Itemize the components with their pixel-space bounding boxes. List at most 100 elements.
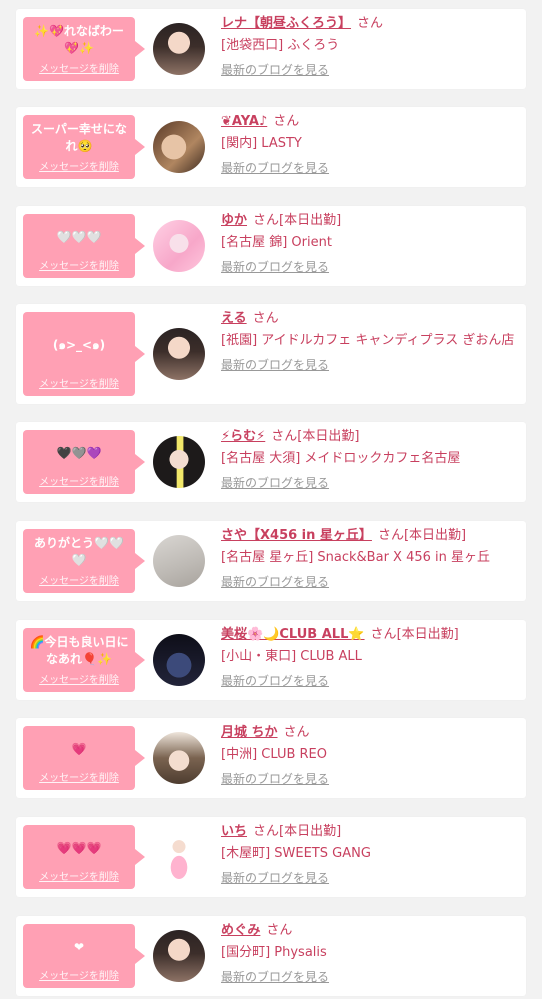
cast-info: ❦AYA♪ さん [関内] LASTY 最新のブログを見る: [221, 113, 518, 176]
delete-message-link[interactable]: メッセージを削除: [23, 375, 135, 390]
shop-name: [中洲] CLUB REO: [221, 747, 327, 762]
honorific-label: さん: [283, 725, 310, 740]
shop-name: [木屋町] SWEETS GANG: [221, 846, 371, 861]
name-line: さや【X456 in 星ヶ丘】 さん[本日出勤]: [221, 527, 518, 545]
attendance-status: [本日出勤]: [403, 528, 467, 543]
honorific-label: さん: [271, 429, 298, 444]
message-text: 💗💗💗: [56, 840, 102, 855]
message-text: ✨💖れなばわー💖✨: [34, 24, 124, 55]
latest-blog-link[interactable]: 最新のブログを見る: [221, 869, 329, 886]
latest-blog-link[interactable]: 最新のブログを見る: [221, 573, 329, 590]
latest-blog-link[interactable]: 最新のブログを見る: [221, 356, 329, 373]
name-line: めぐみ さん: [221, 922, 518, 940]
message-card: ❤ メッセージを削除 めぐみ さん [国分町] Physalis 最新のブログを見る: [16, 916, 526, 996]
message-bubble: 💗💗💗 メッセージを削除: [23, 825, 145, 889]
cast-name-link[interactable]: える: [221, 311, 247, 326]
latest-blog-link[interactable]: 最新のブログを見る: [221, 159, 329, 176]
name-line: ゆか さん[本日出勤]: [221, 212, 518, 230]
message-text: 🌈今日も良い日になあれ🎈✨: [29, 635, 129, 666]
message-bubble: ありがとう🤍🤍🤍 メッセージを削除: [23, 529, 145, 593]
shop-name: [国分町] Physalis: [221, 945, 327, 960]
avatar[interactable]: [153, 220, 205, 272]
cast-name-link[interactable]: めぐみ: [221, 923, 260, 938]
avatar[interactable]: [153, 23, 205, 75]
name-line: える さん: [221, 310, 518, 328]
latest-blog-link[interactable]: 最新のブログを見る: [221, 672, 329, 689]
cast-name-link[interactable]: ⚡らむ⚡: [221, 429, 265, 444]
cast-info: さや【X456 in 星ヶ丘】 さん[本日出勤] [名古屋 星ヶ丘] Snack&B…: [221, 527, 518, 590]
latest-blog-link[interactable]: 最新のブログを見る: [221, 474, 329, 491]
cast-info: 美桜🌸🌙CLUB ALL⭐ さん[本日出勤] [小山・東口] CLUB ALL 最新の…: [221, 626, 518, 689]
message-card: 💗💗💗 メッセージを削除 いち さん[本日出勤] [木屋町] SWEETS GANG 最新…: [16, 817, 526, 897]
attendance-status: [本日出勤]: [279, 824, 342, 839]
cast-info: いち さん[本日出勤] [木屋町] SWEETS GANG 最新のブログを見る: [221, 823, 518, 886]
cast-info: めぐみ さん [国分町] Physalis 最新のブログを見る: [221, 922, 518, 985]
honorific-label: さん: [273, 114, 300, 129]
avatar[interactable]: [153, 328, 205, 380]
delete-message-link[interactable]: メッセージを削除: [23, 671, 135, 686]
avatar[interactable]: [153, 121, 205, 173]
cast-name-link[interactable]: ゆか: [221, 213, 247, 228]
message-text: 🤍🤍🤍: [56, 229, 102, 244]
honorific-label: さん: [266, 923, 293, 938]
message-bubble: 🤍🤍🤍 メッセージを削除: [23, 214, 145, 278]
shop-name: [関内] LASTY: [221, 136, 302, 151]
honorific-label: さん: [252, 311, 279, 326]
message-card: 🖤🩶💜 メッセージを削除 ⚡らむ⚡ さん[本日出勤] [名古屋 大須] メイドロックカフ…: [16, 422, 526, 502]
shop-name: [名古屋 星ヶ丘] Snack&Bar X 456 in 星ヶ丘: [221, 550, 491, 565]
cast-info: ⚡らむ⚡ さん[本日出勤] [名古屋 大須] メイドロックカフェ名古屋 最新のブログを…: [221, 428, 518, 491]
cast-name-link[interactable]: レナ【朝昼ふくろう】: [221, 16, 351, 31]
avatar[interactable]: [153, 436, 205, 488]
cast-info: える さん [祇園] アイドルカフェ キャンディプラス ぎおん店 最新のブログを見る: [221, 310, 518, 373]
message-bubble: ❤ メッセージを削除: [23, 924, 145, 988]
message-card: 🌈今日も良い日になあれ🎈✨ メッセージを削除 美桜🌸🌙CLUB ALL⭐ さん[本日出…: [16, 620, 526, 700]
message-card: 💗 メッセージを削除 月城 ちか さん [中洲] CLUB REO 最新のブログを見る: [16, 718, 526, 798]
message-card: 🤍🤍🤍 メッセージを削除 ゆか さん[本日出勤] [名古屋 錦] Orient 最新のブロ…: [16, 206, 526, 286]
cast-name-link[interactable]: さや【X456 in 星ヶ丘】: [221, 528, 372, 543]
message-text: 🖤🩶💜: [56, 445, 102, 460]
latest-blog-link[interactable]: 最新のブログを見る: [221, 770, 329, 787]
latest-blog-link[interactable]: 最新のブログを見る: [221, 61, 329, 78]
name-line: レナ【朝昼ふくろう】 さん: [221, 15, 518, 33]
latest-blog-link[interactable]: 最新のブログを見る: [221, 968, 329, 985]
delete-message-link[interactable]: メッセージを削除: [23, 60, 135, 75]
avatar[interactable]: [153, 535, 205, 587]
name-line: 月城 ちか さん: [221, 724, 518, 742]
honorific-label: さん: [357, 16, 384, 31]
latest-blog-link[interactable]: 最新のブログを見る: [221, 258, 329, 275]
cast-info: 月城 ちか さん [中洲] CLUB REO 最新のブログを見る: [221, 724, 518, 787]
shop-name: [名古屋 錦] Orient: [221, 235, 332, 250]
delete-message-link[interactable]: メッセージを削除: [23, 473, 135, 488]
name-line: いち さん[本日出勤]: [221, 823, 518, 841]
cast-info: ゆか さん[本日出勤] [名古屋 錦] Orient 最新のブログを見る: [221, 212, 518, 275]
name-line: ⚡らむ⚡ さん[本日出勤]: [221, 428, 518, 446]
delete-message-link[interactable]: メッセージを削除: [23, 158, 135, 173]
message-bubble: スーパー幸せになれ🥺 メッセージを削除: [23, 115, 145, 179]
message-bubble: 🖤🩶💜 メッセージを削除: [23, 430, 145, 494]
shop-name: [小山・東口] CLUB ALL: [221, 649, 362, 664]
delete-message-link[interactable]: メッセージを削除: [23, 868, 135, 883]
attendance-status: [本日出勤]: [279, 213, 342, 228]
honorific-label: さん: [370, 627, 397, 642]
honorific-label: さん: [253, 213, 280, 228]
cast-name-link[interactable]: いち: [221, 824, 247, 839]
delete-message-link[interactable]: メッセージを削除: [23, 967, 135, 982]
delete-message-link[interactable]: メッセージを削除: [23, 572, 135, 587]
message-bubble: ✨💖れなばわー💖✨ メッセージを削除: [23, 17, 145, 81]
shop-name: [池袋西口] ふくろう: [221, 38, 340, 53]
delete-message-link[interactable]: メッセージを削除: [23, 769, 135, 784]
message-bubble: 💗 メッセージを削除: [23, 726, 145, 790]
cast-name-link[interactable]: 月城 ちか: [221, 725, 278, 740]
message-text: ❤: [73, 939, 85, 954]
avatar[interactable]: [153, 634, 205, 686]
avatar[interactable]: [153, 930, 205, 982]
avatar[interactable]: [153, 732, 205, 784]
message-card: ✨💖れなばわー💖✨ メッセージを削除 レナ【朝昼ふくろう】 さん [池袋西口] ふくろう…: [16, 9, 526, 89]
cast-name-link[interactable]: ❦AYA♪: [221, 114, 267, 129]
message-card: スーパー幸せになれ🥺 メッセージを削除 ❦AYA♪ さん [関内] LASTY 最新のブロ…: [16, 107, 526, 187]
message-text: 💗: [71, 741, 87, 756]
cast-name-link[interactable]: 美桜🌸🌙CLUB ALL⭐: [221, 627, 365, 642]
message-card: (๑>_<๑) メッセージを削除 える さん [祇園] アイドルカフェ キャンディプラス…: [16, 304, 526, 404]
delete-message-link[interactable]: メッセージを削除: [23, 257, 135, 272]
avatar[interactable]: [153, 831, 205, 883]
